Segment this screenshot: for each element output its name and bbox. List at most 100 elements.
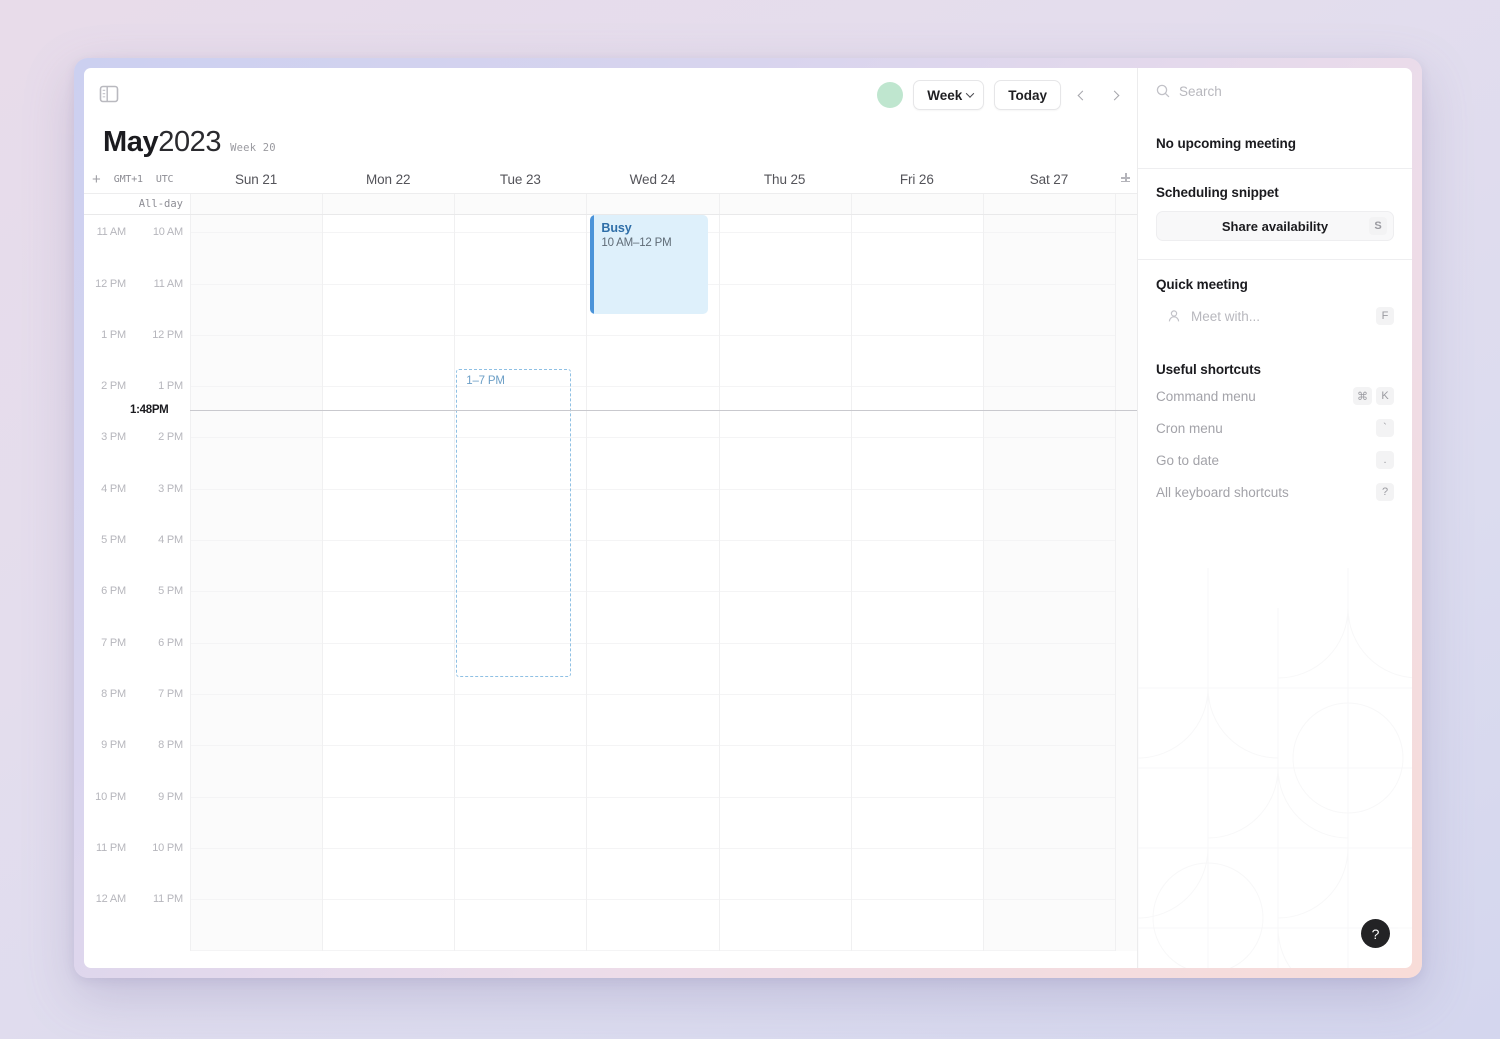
hour-cell[interactable] [323,849,455,901]
hour-cell[interactable] [851,490,983,542]
hour-cell[interactable] [983,695,1115,747]
hour-cell[interactable] [719,644,851,695]
hour-cell[interactable] [191,541,323,593]
hour-cell[interactable] [191,438,323,490]
hour-cell[interactable] [983,798,1115,849]
hour-cell[interactable] [191,233,323,285]
hour-cell[interactable] [323,336,455,388]
hour-cell[interactable] [851,798,983,849]
hour-cell[interactable] [191,849,323,901]
all-day-cell[interactable] [850,194,983,214]
shortcut-row[interactable]: All keyboard shortcuts? [1156,479,1394,505]
hour-cell[interactable] [851,849,983,901]
hour-cell[interactable] [587,541,719,593]
all-day-cell[interactable] [982,194,1115,214]
hour-cell[interactable] [983,541,1115,593]
hour-cell[interactable] [587,387,719,439]
hour-cell[interactable] [587,644,719,695]
previous-week-button[interactable] [1071,82,1093,108]
day-column-thu[interactable] [718,215,851,952]
hour-cell[interactable] [983,336,1115,388]
hour-cell[interactable] [455,285,587,336]
hour-cell[interactable] [455,849,587,901]
hour-cell[interactable] [191,798,323,849]
help-button[interactable]: ? [1361,919,1390,948]
avatar[interactable] [877,82,904,108]
view-select-button[interactable]: Week [913,80,985,110]
hour-cell[interactable] [719,849,851,901]
hour-cell[interactable] [587,336,719,388]
hour-cell[interactable] [851,746,983,798]
hour-cell[interactable] [719,746,851,798]
hour-cell[interactable] [983,233,1115,285]
hour-cell[interactable] [323,438,455,490]
all-day-cell[interactable] [586,194,719,214]
hour-cell[interactable] [191,592,323,644]
day-header-fri[interactable]: Fri 26 [851,172,983,187]
time-selection-box[interactable]: 1–7 PM [456,368,572,677]
day-header-sat[interactable]: Sat 27 [983,172,1115,187]
calendar-grid[interactable]: 10 AM9 AM11 AM10 AM12 PM11 AM1 PM12 PM2 … [84,215,1137,968]
shortcut-row[interactable]: Go to date. [1156,447,1394,473]
hour-cell[interactable] [191,336,323,388]
hour-cell[interactable] [587,746,719,798]
hour-cell[interactable] [455,746,587,798]
hour-cell[interactable] [323,798,455,849]
hour-cell[interactable] [719,233,851,285]
hour-cell[interactable] [851,592,983,644]
calendar-event[interactable]: Busy 10 AM–12 PM [590,215,708,314]
timezone-local-label[interactable]: GMT+1 [114,174,143,185]
hour-cell[interactable] [191,746,323,798]
hour-cell[interactable] [587,798,719,849]
add-calendar-button[interactable]: + [92,172,101,187]
hour-cell[interactable] [719,490,851,542]
hour-cell[interactable] [191,387,323,439]
hour-cell[interactable] [719,798,851,849]
hour-cell[interactable] [719,438,851,490]
hour-cell[interactable] [587,900,719,952]
day-column-sat[interactable] [982,215,1115,952]
hour-cell[interactable] [983,592,1115,644]
all-day-cell[interactable] [190,194,323,214]
shortcut-row[interactable]: Command menu ⌘ K [1156,383,1394,409]
hour-cell[interactable] [719,387,851,439]
hour-cell[interactable] [587,438,719,490]
share-availability-button[interactable]: Share availability S [1156,211,1394,241]
hour-cell[interactable] [719,592,851,644]
hour-cell[interactable] [587,592,719,644]
month-year-title[interactable]: May2023 [103,126,222,159]
hour-cell[interactable] [851,438,983,490]
day-header-sun[interactable]: Sun 21 [190,172,322,187]
hour-cell[interactable] [851,285,983,336]
hour-cell[interactable] [851,387,983,439]
hour-cell[interactable] [983,490,1115,542]
day-header-wed[interactable]: Wed 24 [586,172,718,187]
meet-with-input[interactable]: Meet with... F [1156,303,1394,329]
hour-cell[interactable] [851,233,983,285]
hour-cell[interactable] [851,644,983,695]
hour-cell[interactable] [323,900,455,952]
hour-cell[interactable] [191,215,323,234]
hour-cell[interactable] [455,215,587,234]
next-week-button[interactable] [1103,82,1125,108]
hour-cell[interactable] [191,285,323,336]
all-day-cell[interactable] [718,194,851,214]
hour-cell[interactable] [323,490,455,542]
hour-cell[interactable] [191,490,323,542]
hour-cell[interactable] [587,849,719,901]
hour-cell[interactable] [323,644,455,695]
timezone-secondary-label[interactable]: UTC [156,174,174,185]
hour-cell[interactable] [323,387,455,439]
hour-cell[interactable] [983,387,1115,439]
hour-cell[interactable] [719,285,851,336]
hour-cell[interactable] [719,541,851,593]
hour-cell[interactable] [719,336,851,388]
hour-cell[interactable] [851,695,983,747]
hour-cell[interactable] [851,215,983,234]
day-column-mon[interactable] [322,215,455,952]
shortcut-row[interactable]: Cron menu ` [1156,415,1394,441]
hour-cell[interactable] [191,644,323,695]
hour-cell[interactable] [323,592,455,644]
hour-cell[interactable] [983,285,1115,336]
hour-cell[interactable] [323,215,455,234]
